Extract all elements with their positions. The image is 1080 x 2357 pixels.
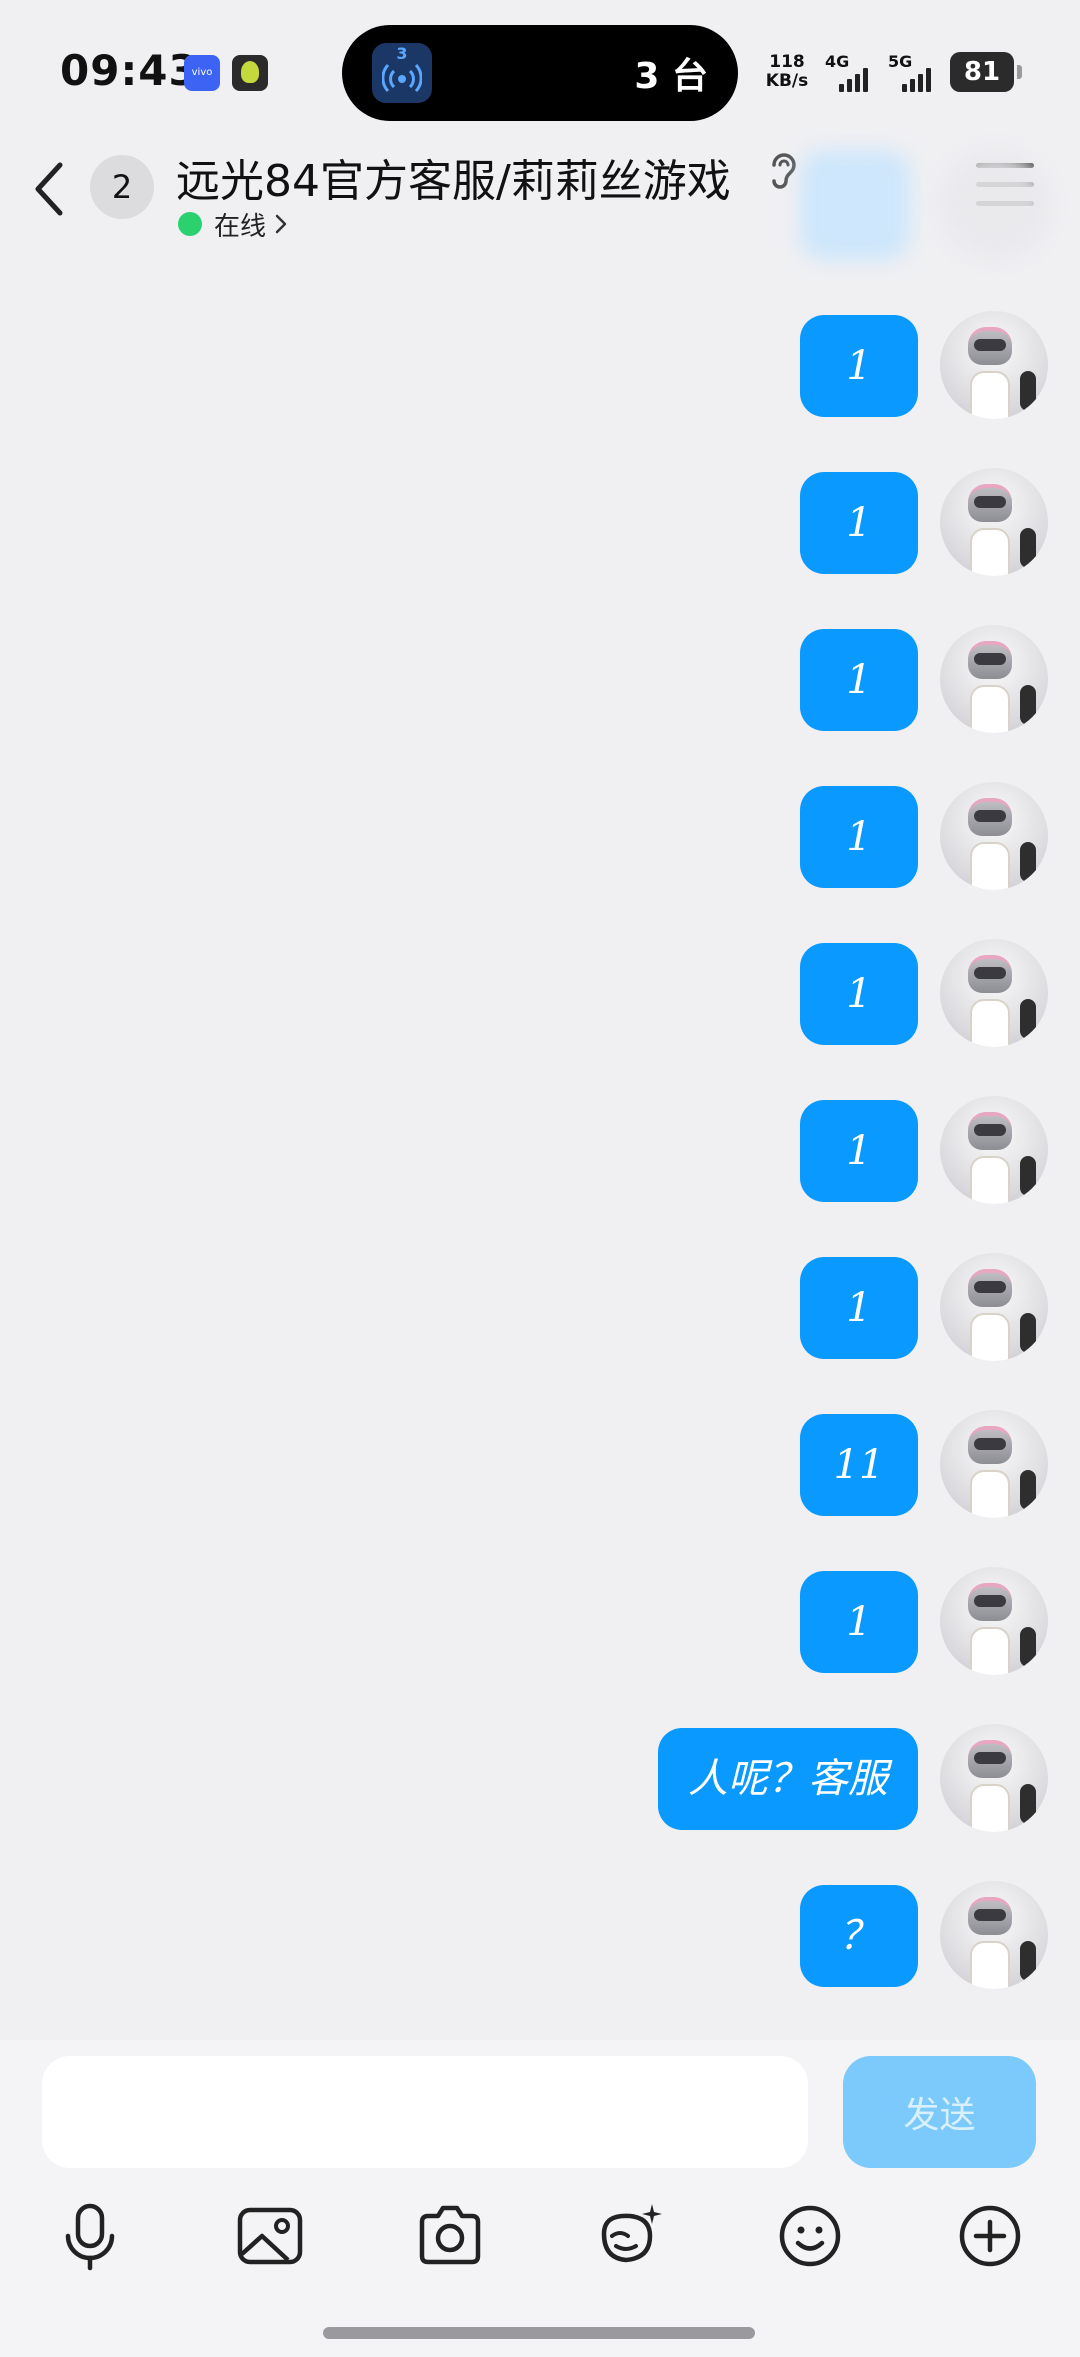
message-row: 1: [0, 625, 1080, 735]
clock: 09:43: [60, 46, 199, 95]
unread-count-badge[interactable]: 2: [90, 155, 154, 219]
menu-button[interactable]: [976, 163, 1034, 215]
avatar[interactable]: [940, 311, 1048, 419]
message-row: 1: [0, 468, 1080, 578]
home-indicator[interactable]: [323, 2327, 755, 2339]
dynamic-island[interactable]: 3 3 台: [342, 25, 738, 121]
camera-icon[interactable]: [410, 2196, 490, 2276]
message-row: ？: [0, 1881, 1080, 1991]
chat-screen: 09:43 vivo 3 3 台 118 KB/s 4G 5G 81 2 远光8…: [0, 0, 1080, 2357]
message-bubble[interactable]: 1: [800, 786, 918, 888]
message-row: 1: [0, 1096, 1080, 1206]
input-toolbar: [0, 2196, 1080, 2276]
game-app-icon: [232, 55, 268, 91]
network-speed: 118 KB/s: [762, 53, 812, 91]
avatar[interactable]: [940, 1567, 1048, 1675]
signal-bars-icon: [839, 68, 868, 92]
message-list[interactable]: 1 1 1 1 1 1 1 11 1 人呢？客服 ？: [0, 255, 1080, 2040]
plus-icon[interactable]: [950, 2196, 1030, 2276]
avatar[interactable]: [940, 782, 1048, 890]
network-speed-unit: KB/s: [765, 71, 809, 91]
image-icon[interactable]: [230, 2196, 310, 2276]
message-bubble[interactable]: ？: [800, 1885, 918, 1987]
message-row: 11: [0, 1410, 1080, 1520]
send-button[interactable]: 发送: [843, 2056, 1036, 2168]
avatar[interactable]: [940, 1881, 1048, 1989]
connected-devices-text: 3 台: [634, 56, 708, 97]
message-bubble[interactable]: 1: [800, 629, 918, 731]
chevron-right-icon: [275, 214, 287, 234]
avatar[interactable]: [940, 1410, 1048, 1518]
avatar[interactable]: [940, 1096, 1048, 1204]
chevron-left-icon: [35, 162, 63, 216]
online-status[interactable]: 在线: [178, 207, 288, 242]
emoji-icon[interactable]: [770, 2196, 850, 2276]
message-bubble[interactable]: 11: [800, 1414, 918, 1516]
chat-header: 2 远光84官方客服/莉莉丝游戏 在线: [0, 135, 1080, 255]
battery-indicator: 81: [950, 52, 1022, 92]
ear-icon[interactable]: [766, 151, 800, 191]
vivo-app-icon: vivo: [184, 55, 220, 91]
message-row: 1: [0, 1253, 1080, 1363]
network-speed-value: 118: [769, 52, 805, 72]
message-row: 人呢？客服: [0, 1724, 1080, 1834]
message-bubble[interactable]: 1: [800, 1257, 918, 1359]
avatar[interactable]: [940, 625, 1048, 733]
message-row: 1: [0, 311, 1080, 421]
avatar[interactable]: [940, 1724, 1048, 1832]
signal-bars-icon: [902, 68, 931, 92]
message-bubble[interactable]: 1: [800, 315, 918, 417]
message-row: 1: [0, 1567, 1080, 1677]
message-bubble[interactable]: 人呢？客服: [658, 1728, 918, 1830]
menu-icon: [976, 163, 1034, 168]
message-row: 1: [0, 939, 1080, 1049]
avatar[interactable]: [940, 1253, 1048, 1361]
message-bubble[interactable]: 1: [800, 943, 918, 1045]
message-bubble[interactable]: 1: [800, 1571, 918, 1673]
message-row: 1: [0, 782, 1080, 892]
chat-title[interactable]: 远光84官方客服/莉莉丝游戏: [176, 145, 731, 209]
status-bar: 09:43 vivo 3 3 台 118 KB/s 4G 5G 81: [0, 0, 1080, 135]
message-input[interactable]: [42, 2056, 808, 2168]
message-bubble[interactable]: 1: [800, 472, 918, 574]
sticker-icon[interactable]: [590, 2196, 670, 2276]
input-bar: 发送: [0, 2040, 1080, 2357]
signal-5g: 5G: [888, 52, 948, 92]
back-button[interactable]: [30, 157, 90, 227]
signal-4g: 4G: [825, 52, 885, 92]
hotspot-icon: 3: [372, 43, 432, 103]
online-status-text: 在线: [214, 211, 267, 242]
avatar[interactable]: [940, 939, 1048, 1047]
avatar[interactable]: [940, 468, 1048, 576]
online-dot-icon: [178, 212, 202, 236]
message-bubble[interactable]: 1: [800, 1100, 918, 1202]
microphone-icon[interactable]: [50, 2196, 130, 2276]
